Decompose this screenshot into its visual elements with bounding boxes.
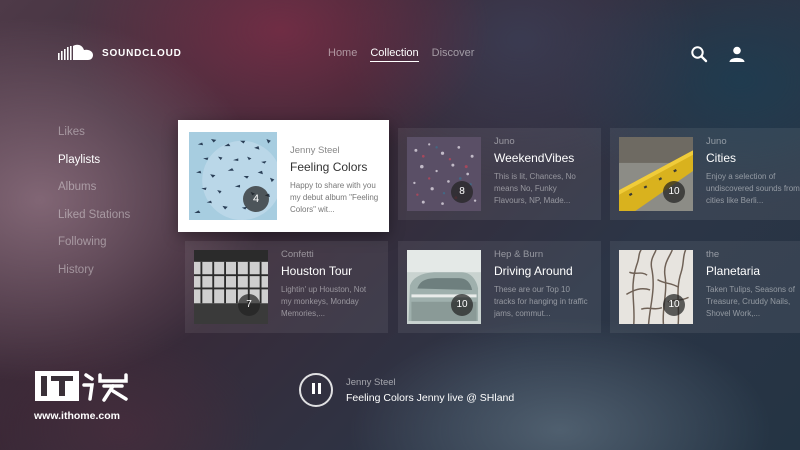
playlist-artwork: 10 (407, 250, 481, 324)
playlist-description: This is lit, Chances, No means No, Funky… (494, 172, 576, 205)
pause-button[interactable] (299, 373, 333, 407)
sidebar-item-likes[interactable]: Likes (58, 126, 130, 154)
playlist-title: WeekendVibes (494, 151, 575, 165)
sidebar-item-history[interactable]: History (58, 264, 130, 292)
user-icon[interactable] (728, 45, 746, 63)
playlist-artwork: 7 (194, 250, 268, 324)
playlist-artwork: 10 (619, 137, 693, 211)
brand-name: SOUNDCLOUD (102, 47, 182, 59)
track-count-badge: 10 (451, 294, 473, 316)
now-playing-artist: Jenny Steel (346, 376, 396, 388)
ithome-watermark-logo (34, 369, 134, 410)
sidebar-item-albums[interactable]: Albums (58, 181, 130, 209)
playlist-title: Driving Around (494, 264, 573, 278)
track-count-badge: 10 (663, 181, 685, 203)
playlist-description: Enjoy a selection of undiscovered sounds… (706, 172, 800, 205)
track-count-badge: 10 (663, 294, 685, 316)
sidebar-item-liked-stations[interactable]: Liked Stations (58, 209, 130, 237)
top-nav: Home Collection Discover (328, 47, 474, 62)
playlist-artist: Juno (494, 136, 515, 147)
playlist-artwork: 4 (189, 132, 277, 220)
playlist-card[interactable]: 10 Juno Cities Enjoy a selection of undi… (610, 128, 800, 220)
playlist-info: Juno WeekendVibes This is lit, Chances, … (494, 136, 590, 207)
playlist-artwork: 8 (407, 137, 481, 211)
track-count-badge: 4 (243, 186, 269, 212)
search-icon[interactable] (690, 45, 708, 63)
playlist-title: Planetaria (706, 264, 761, 278)
playlist-card[interactable]: 4 Jenny Steel Feeling Colors Happy to sh… (178, 120, 389, 232)
track-count-badge: 8 (451, 181, 473, 203)
playlist-card[interactable]: 10 the Planetaria Taken Tulips, Seasons … (610, 241, 800, 333)
nav-collection[interactable]: Collection (370, 47, 419, 62)
playlist-description: Lightin' up Houston, Not my monkeys, Mon… (281, 285, 367, 318)
track-count-badge: 7 (238, 294, 260, 316)
now-playing-bar: Jenny Steel Feeling Colors Jenny live @ … (299, 373, 514, 407)
sidebar-item-playlists[interactable]: Playlists (58, 154, 130, 182)
playlist-artist: Confetti (281, 249, 314, 260)
header-actions (690, 45, 746, 63)
playlist-info: the Planetaria Taken Tulips, Seasons of … (706, 249, 800, 320)
playlist-artist: the (706, 249, 720, 260)
soundcloud-cloud-icon (58, 44, 94, 62)
pause-icon (310, 381, 322, 399)
playlist-title: Houston Tour (281, 264, 353, 278)
playlist-card[interactable]: 8 Juno WeekendVibes This is lit, Chances… (398, 128, 601, 220)
nav-discover[interactable]: Discover (432, 47, 475, 62)
playlist-card[interactable]: 7 Confetti Houston Tour Lightin' up Hous… (185, 241, 388, 333)
soundcloud-logo[interactable]: SOUNDCLOUD (58, 44, 182, 62)
collection-sidebar: Likes Playlists Albums Liked Stations Fo… (58, 126, 130, 291)
playlist-artist: Juno (706, 136, 727, 147)
playlist-info: Juno Cities Enjoy a selection of undisco… (706, 136, 800, 207)
playlist-description: These are our Top 10 tracks for hanging … (494, 285, 588, 318)
playlist-artist: Hep & Burn (494, 249, 544, 260)
playlist-info: Hep & Burn Driving Around These are our … (494, 249, 590, 320)
playlist-card[interactable]: 10 Hep & Burn Driving Around These are o… (398, 241, 601, 333)
sidebar-item-following[interactable]: Following (58, 236, 130, 264)
now-playing-track: Feeling Colors Jenny live @ SHland (346, 391, 515, 404)
playlist-title: Cities (706, 151, 737, 165)
now-playing-info: Jenny Steel Feeling Colors Jenny live @ … (346, 377, 514, 404)
watermark-site: www.ithome.com (34, 410, 120, 422)
playlist-title: Feeling Colors (290, 160, 368, 174)
playlist-info: Jenny Steel Feeling Colors Happy to shar… (290, 145, 386, 216)
playlist-info: Confetti Houston Tour Lightin' up Housto… (281, 249, 377, 320)
playlist-description: Taken Tulips, Seasons of Treasure, Crudd… (706, 285, 795, 318)
playlist-artwork: 10 (619, 250, 693, 324)
nav-home[interactable]: Home (328, 47, 357, 62)
playlist-artist: Jenny Steel (290, 145, 340, 156)
playlist-description: Happy to share with you my debut album "… (290, 181, 379, 214)
